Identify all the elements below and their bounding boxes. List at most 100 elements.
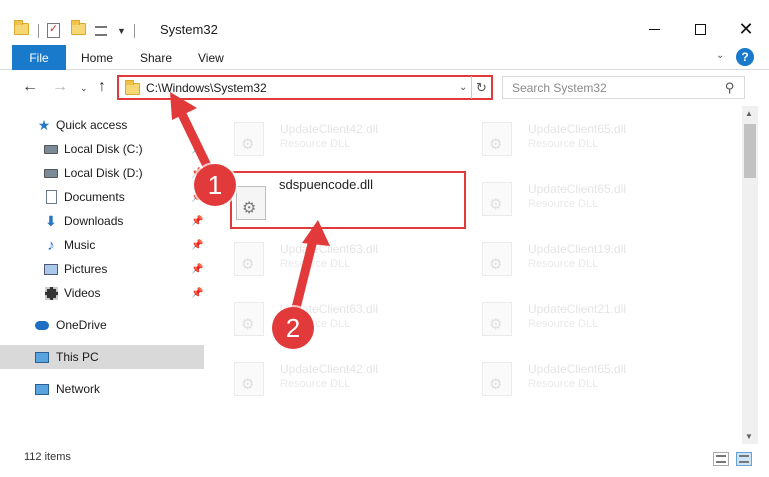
file-type: Resource DLL — [280, 378, 351, 390]
list-item[interactable]: ⚙ UpdateClient19.dll Resource DLL — [470, 232, 710, 292]
properties-icon[interactable] — [47, 22, 63, 39]
pin-icon[interactable]: 📌 — [191, 216, 203, 227]
close-icon: ✕ — [738, 18, 754, 39]
customize-toolbar-icon[interactable] — [95, 23, 109, 39]
list-item[interactable]: ⚙ UpdateClient65.dll Resource DLL — [470, 112, 710, 172]
dll-file-icon: ⚙ — [482, 362, 512, 396]
file-name: UpdateClient19.dll — [528, 242, 627, 256]
large-icons-view-icon — [739, 455, 749, 463]
dll-file-icon: ⚙ — [482, 122, 512, 156]
recent-locations-button[interactable]: ⌄ — [80, 83, 88, 94]
file-type: Resource DLL — [528, 198, 599, 210]
file-type: Resource DLL — [528, 138, 599, 150]
address-dropdown-icon[interactable]: ⌄ — [459, 82, 467, 93]
minimize-button[interactable] — [631, 14, 677, 44]
details-view-button[interactable] — [713, 452, 729, 466]
highlighted-file-item[interactable]: ⚙ sdspuencode.dll — [230, 171, 466, 229]
scroll-up-icon[interactable]: ▲ — [745, 109, 753, 118]
title-separator — [133, 24, 135, 38]
search-input[interactable]: Search System32 ⚲ — [502, 76, 745, 99]
help-icon[interactable]: ? — [736, 48, 754, 66]
address-path[interactable]: C:\Windows\System32 — [146, 81, 267, 95]
pin-icon[interactable]: 📌 — [191, 240, 203, 251]
status-bar: 112 items — [0, 444, 769, 477]
sidebar-item-label: Local Disk (D:) — [64, 166, 143, 180]
step-badge-2: 2 — [272, 307, 314, 349]
scroll-down-icon[interactable]: ▼ — [745, 432, 753, 441]
music-icon: ♪ — [47, 236, 55, 254]
large-icons-view-button[interactable] — [736, 452, 752, 466]
tab-view[interactable]: View — [198, 51, 224, 65]
dll-file-icon: ⚙ — [234, 302, 264, 336]
dll-file-icon: ⚙ — [234, 242, 264, 276]
star-icon: ★ — [37, 116, 51, 133]
tab-file[interactable]: File — [12, 45, 66, 70]
pin-icon[interactable]: 📌 — [191, 264, 203, 275]
list-item[interactable]: ⚙ UpdateClient42.dll Resource DLL — [222, 352, 462, 412]
dll-file-icon: ⚙ — [236, 186, 266, 220]
sidebar-item-pictures[interactable]: Pictures 📌 — [0, 257, 204, 281]
sidebar-item-network[interactable]: Network — [0, 377, 204, 401]
toolbar-dropdown-icon[interactable]: ▼ — [117, 26, 126, 36]
sidebar-item-local-disk-c[interactable]: Local Disk (C:) 📌 — [0, 137, 204, 161]
new-folder-icon[interactable] — [71, 20, 87, 39]
dll-file-icon: ⚙ — [482, 182, 512, 216]
tab-share[interactable]: Share — [140, 51, 172, 65]
sidebar-item-label: OneDrive — [56, 318, 107, 332]
dll-file-icon: ⚙ — [482, 302, 512, 336]
drive-icon — [44, 166, 58, 180]
file-name: UpdateClient42.dll — [280, 122, 379, 136]
dll-file-icon: ⚙ — [482, 242, 512, 276]
list-item[interactable]: ⚙ UpdateClient63.dll Resource DLL — [222, 292, 462, 352]
sidebar-item-local-disk-d[interactable]: Local Disk (D:) 📌 — [0, 161, 204, 185]
forward-button[interactable]: → — [52, 78, 68, 96]
title-bar: ▼ System32 ✕ — [0, 0, 769, 44]
file-name: UpdateClient65.dll — [528, 362, 627, 376]
list-item[interactable]: ⚙ UpdateClient65.dll Resource DLL — [470, 352, 710, 412]
maximize-button[interactable] — [677, 14, 723, 44]
sidebar-item-label: This PC — [56, 350, 99, 364]
back-button[interactable]: ← — [22, 78, 38, 96]
sidebar-item-documents[interactable]: Documents 📌 — [0, 185, 204, 209]
sidebar-item-label: Quick access — [56, 118, 128, 132]
list-item[interactable]: ⚙ UpdateClient42.dll Resource DLL — [222, 112, 462, 172]
computer-icon — [35, 350, 49, 364]
file-type: Resource DLL — [528, 318, 599, 330]
sidebar-item-label: Music — [64, 238, 96, 252]
search-placeholder: Search System32 — [512, 81, 607, 95]
list-item[interactable]: ⚙ UpdateClient65.dll Resource DLL — [470, 172, 710, 232]
pictures-icon — [44, 262, 58, 276]
close-button[interactable]: ✕ — [723, 14, 769, 44]
toolbar-separator — [38, 24, 39, 38]
file-type: Resource DLL — [280, 138, 351, 150]
pin-icon[interactable]: 📌 — [191, 144, 203, 155]
file-name: UpdateClient21.dll — [528, 302, 627, 316]
item-count: 112 items — [24, 451, 71, 463]
sidebar-item-label: Videos — [64, 286, 101, 300]
sidebar-item-downloads[interactable]: ⬇ Downloads 📌 — [0, 209, 204, 233]
file-type: Resource DLL — [528, 378, 599, 390]
sidebar-item-music[interactable]: ♪ Music 📌 — [0, 233, 204, 257]
scrollbar-thumb[interactable] — [744, 124, 756, 178]
file-name: UpdateClient65.dll — [528, 122, 627, 136]
sidebar-item-quick-access[interactable]: ★ Quick access — [0, 113, 204, 137]
list-item[interactable]: ⚙ UpdateClient63.dll Resource DLL — [222, 232, 462, 292]
document-icon — [44, 190, 58, 204]
search-icon[interactable]: ⚲ — [725, 80, 735, 96]
file-name: UpdateClient42.dll — [280, 362, 379, 376]
list-item[interactable]: ⚙ UpdateClient21.dll Resource DLL — [470, 292, 710, 352]
file-type: Resource DLL — [528, 258, 599, 270]
refresh-button[interactable]: ↻ — [471, 76, 491, 99]
vertical-scrollbar[interactable]: ▲ ▼ — [742, 106, 758, 444]
sidebar-item-label: Downloads — [64, 214, 124, 228]
tab-home[interactable]: Home — [81, 51, 113, 65]
up-button[interactable]: ↑ — [98, 78, 106, 96]
pin-icon[interactable]: 📌 — [191, 288, 203, 299]
dll-file-icon: ⚙ — [234, 362, 264, 396]
sidebar-item-onedrive[interactable]: OneDrive — [0, 313, 204, 337]
sidebar-item-videos[interactable]: Videos 📌 — [0, 281, 204, 305]
sidebar-item-this-pc[interactable]: This PC — [0, 345, 204, 369]
maximize-icon — [694, 23, 706, 35]
expand-ribbon-icon[interactable]: ⌄ — [716, 50, 724, 61]
address-bar[interactable]: C:\Windows\System32 ⌄ ↻ — [117, 75, 493, 100]
